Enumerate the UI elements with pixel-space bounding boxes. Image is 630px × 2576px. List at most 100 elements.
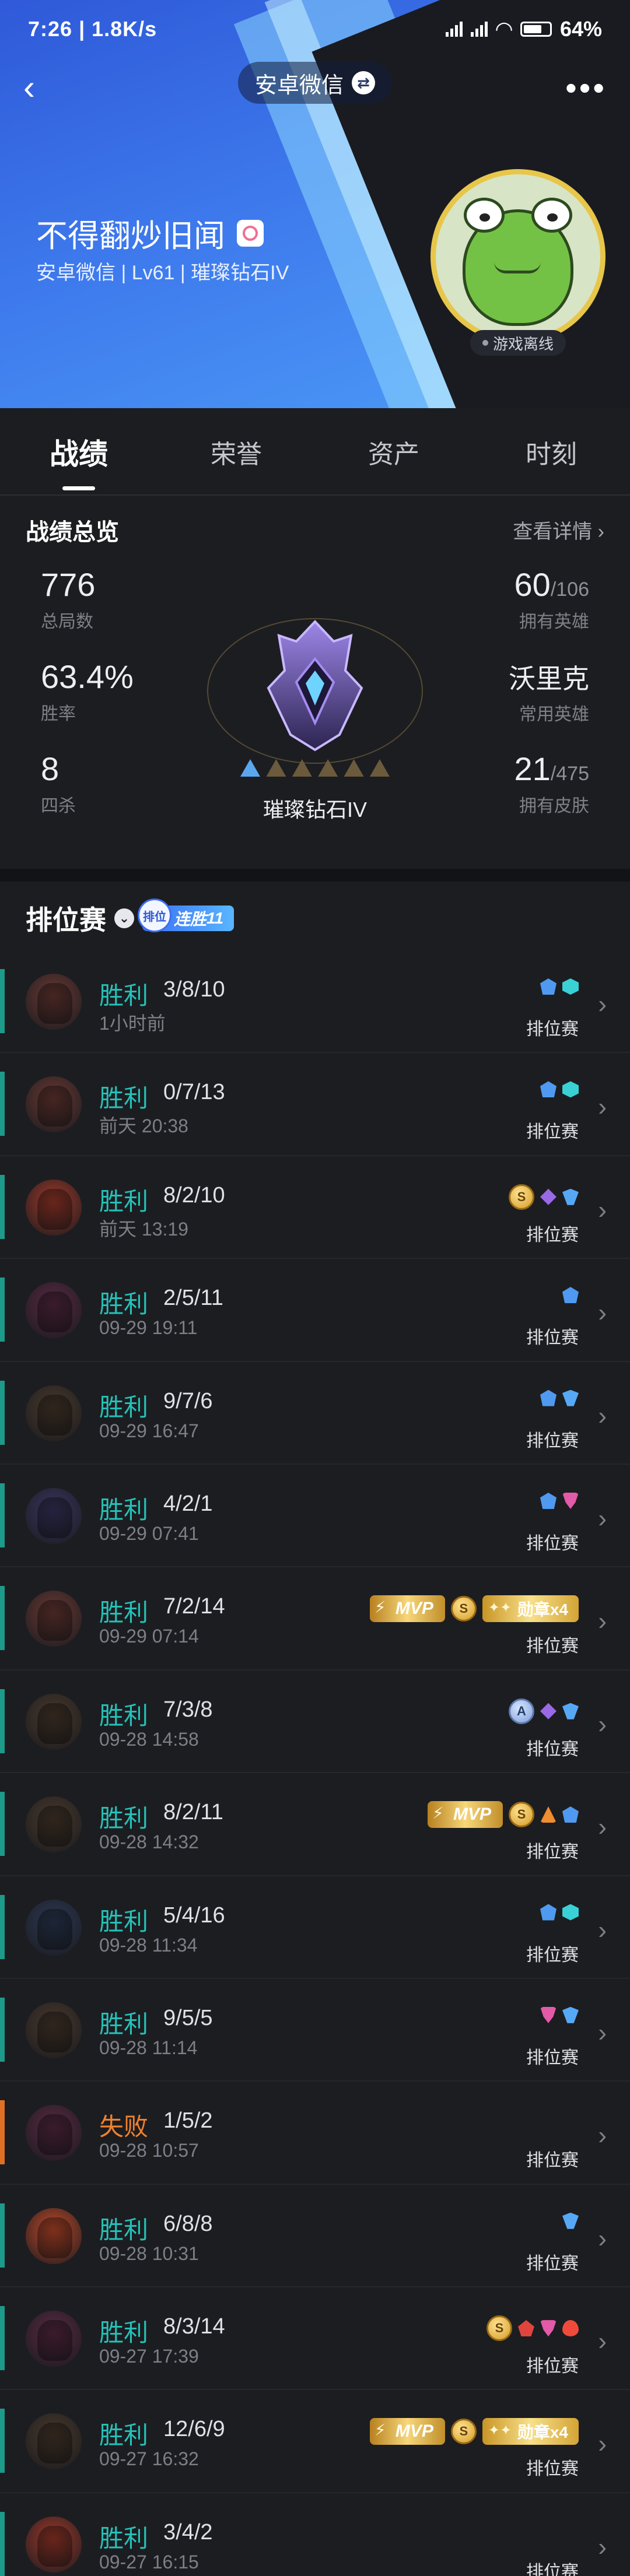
chevron-right-icon: › [598,2430,607,2459]
match-kda: 6/8/8 [163,2211,213,2236]
match-time: 1小时前 [99,1013,166,1034]
match-row[interactable]: 胜利 0/7/13 前天 20:38 排位赛 › [0,1053,630,1156]
skyblue-achievement-icon [562,2006,579,2023]
score-coin-icon: S [487,2315,512,2342]
match-badges [562,1287,579,1304]
match-kda: 4/2/1 [163,1491,213,1516]
match-result: 胜利 [99,1701,149,1729]
status-dot-icon [482,340,488,346]
mvp-badge: MVP [427,1801,503,1829]
hero-avatar [26,2002,82,2058]
battery-level: 64% [559,17,602,41]
status-bar: 7:26 | 1.8K/s ◠ 64% [28,17,602,41]
rank-star-icon [369,759,390,777]
hero-avatar [26,2208,82,2264]
blue-achievement-icon [562,1287,579,1304]
match-badges [540,978,579,995]
match-mode: 排位赛 [526,1945,579,1965]
top-nav: ‹ 安卓微信 ⇄ ••• [0,58,630,122]
match-row[interactable]: 胜利 8/2/10 前天 13:19 S 排位赛 › [0,1156,630,1259]
chevron-right-icon: › [598,1401,607,1430]
more-options-icon[interactable]: ••• [565,69,607,107]
purple-achievement-icon [540,1703,556,1719]
match-badges: A [509,1698,579,1724]
chevron-right-icon: › [598,1710,607,1739]
match-row[interactable]: 胜利 8/2/11 09-28 14:32 MVPS 排位赛 › [0,1773,630,1876]
online-status-badge: 游戏离线 [470,330,566,356]
avatar[interactable] [430,169,606,344]
server-switch-button[interactable]: 安卓微信 ⇄ [238,62,392,104]
view-details-link[interactable]: 查看详情 › [513,515,604,544]
match-mode: 排位赛 [526,1122,579,1142]
signal-icon [446,22,463,37]
pink-achievement-icon [540,2320,556,2337]
match-kda: 3/8/10 [163,977,225,1002]
match-time: 09-28 11:34 [99,1934,198,1956]
blue-achievement-icon [540,1081,556,1098]
result-indicator [0,1689,5,1753]
chevron-right-icon: › [598,2532,607,2561]
match-row[interactable]: 胜利 12/6/9 09-27 16:32 MVPS勋章x4 排位赛 › [0,2390,630,2493]
result-indicator [0,969,5,1033]
result-indicator [0,2511,5,2576]
match-mode: 排位赛 [526,2254,579,2273]
match-row[interactable]: 失败 1/5/2 09-28 10:57 排位赛 › [0,2082,630,2185]
gender-badge-icon [237,219,264,247]
result-indicator [0,1483,5,1547]
rank-star-icon [240,759,260,777]
match-row[interactable]: 胜利 8/3/14 09-27 17:39 S 排位赛 › [0,2287,630,2391]
chevron-right-icon: › [598,2327,607,2356]
battery-icon [520,22,552,37]
hero-avatar [26,1899,82,1956]
tab-record[interactable]: 战绩 [0,431,158,490]
match-badges [540,2006,579,2023]
cyan-achievement-icon [562,1904,579,1921]
medal-badge: 勋章x4 [482,1595,579,1623]
chevron-down-icon[interactable]: ⌄ [114,908,134,928]
chevron-right-icon: › [598,1298,607,1328]
match-row[interactable]: 胜利 6/8/8 09-28 10:31 排位赛 › [0,2185,630,2288]
match-row[interactable]: 胜利 5/4/16 09-28 11:34 排位赛 › [0,1876,630,1979]
result-indicator [0,2306,5,2371]
tab-assets[interactable]: 资产 [315,433,473,471]
match-result: 胜利 [99,2010,149,2038]
match-result: 胜利 [99,1599,149,1627]
hero-avatar [26,1693,82,1750]
match-row[interactable]: 胜利 9/7/6 09-29 16:47 排位赛 › [0,1362,630,1465]
tab-honor[interactable]: 荣誉 [158,433,315,471]
match-row[interactable]: 胜利 4/2/1 09-29 07:41 排位赛 › [0,1465,630,1568]
chevron-right-icon: › [598,1915,607,1945]
orange-achievement-icon [540,1806,556,1823]
blue-achievement-icon [562,1806,579,1823]
match-time: 09-29 19:11 [99,1317,198,1339]
match-row[interactable]: 胜利 2/5/11 09-29 19:11 排位赛 › [0,1259,630,1362]
match-row[interactable]: 胜利 7/2/14 09-29 07:14 MVPS勋章x4 排位赛 › [0,1567,630,1670]
skyblue-achievement-icon [562,1389,579,1406]
match-mode: 排位赛 [526,2562,579,2576]
match-kda: 8/2/11 [163,1800,223,1825]
match-row[interactable]: 胜利 3/8/10 1小时前 排位赛 › [0,950,630,1054]
stat-heroes-owned: 60/106 拥有英雄 [514,566,589,631]
hero-avatar [26,1487,82,1544]
match-badges [540,1389,579,1406]
match-row[interactable]: 胜利 9/5/5 09-28 11:14 排位赛 › [0,1979,630,2082]
match-time: 前天 13:19 [99,1218,188,1240]
match-time: 09-29 07:41 [99,1522,199,1544]
match-row[interactable]: 胜利 3/4/2 09-27 16:15 排位赛 › [0,2493,630,2576]
match-kda: 12/6/9 [163,2417,225,2442]
match-row[interactable]: 胜利 7/3/8 09-28 14:58 A 排位赛 › [0,1670,630,1774]
back-arrow-icon[interactable]: ‹ [23,70,58,105]
match-result: 胜利 [99,1290,149,1318]
match-result: 胜利 [99,2319,149,2347]
match-kda: 9/5/5 [163,2005,213,2030]
blue-achievement-icon [540,978,556,995]
skyblue-achievement-icon [562,1188,579,1205]
match-kda: 9/7/6 [163,1388,213,1413]
match-mode: 排位赛 [526,2048,579,2068]
score-coin-icon: A [509,1698,534,1724]
tab-moments[interactable]: 时刻 [473,433,630,471]
match-mode: 排位赛 [526,1739,579,1759]
match-time: 09-28 14:32 [99,1831,199,1853]
match-time: 09-28 11:14 [99,2037,198,2058]
match-mode: 排位赛 [526,2151,579,2171]
